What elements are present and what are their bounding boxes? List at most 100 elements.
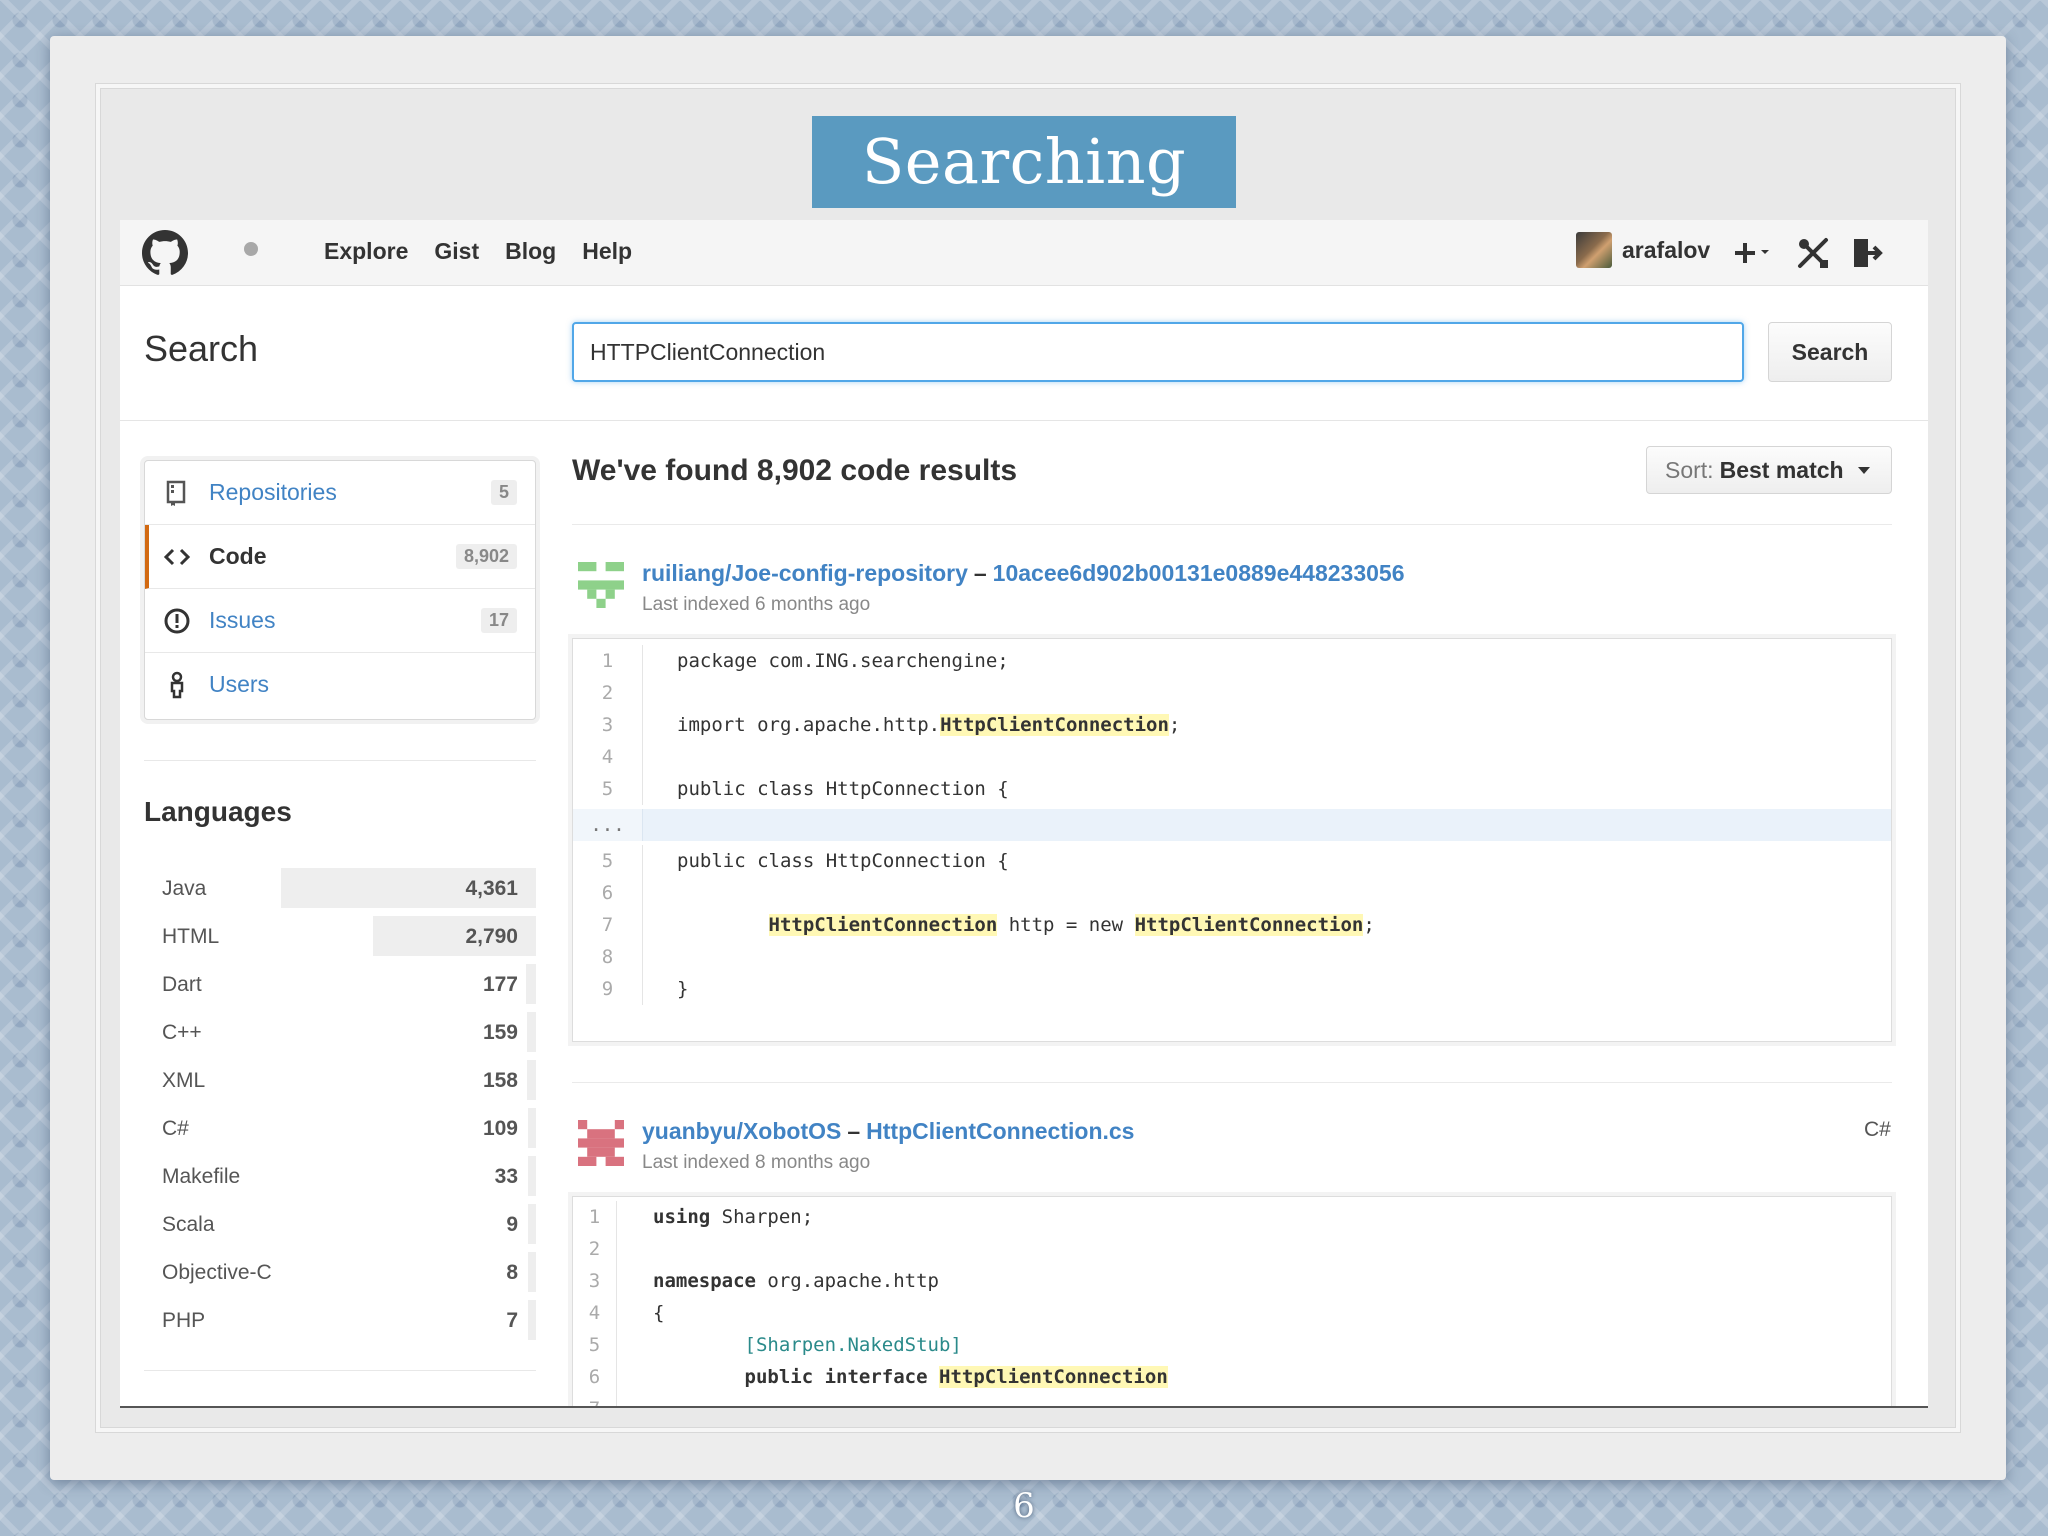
line-number: 4 [573,1297,617,1329]
language-name: PHP [162,1309,206,1332]
slide-title: Searching code [812,116,1236,290]
language-bar [528,1300,536,1340]
language-filter-item[interactable]: C++ 159 [144,1012,536,1052]
code-text: public interface HttpClientConnection [744,1366,1168,1388]
github-octocat-icon[interactable] [142,230,188,276]
language-count: 158 [482,1069,518,1092]
search-button[interactable]: Search [1768,322,1892,382]
language-bar [527,1060,536,1100]
browser-screenshot: Explore Gist Blog Help arafalov Search S… [120,220,1928,1408]
code-text: { [653,1302,665,1324]
site-header: Explore Gist Blog Help arafalov [120,220,1928,286]
code-text: package com.ING.searchengine; [677,650,1009,672]
nav-blog[interactable]: Blog [505,238,556,265]
menu-item-users[interactable]: Users [145,653,535,717]
identicon-avatar[interactable] [578,1120,624,1166]
caret-down-icon [1857,466,1870,474]
search-input[interactable] [572,322,1744,382]
count-badge: 8,902 [455,544,517,569]
menu-item-label: Issues [209,607,276,633]
plus-icon[interactable] [1734,236,1774,270]
nav-explore[interactable]: Explore [324,238,408,265]
language-filter-item[interactable]: C# 109 [144,1108,536,1148]
code-line: 2 [573,1233,1891,1265]
avatar[interactable] [1576,232,1612,268]
search-type-menu: Repositories 5 Code 8,902 Issues 17 User… [144,460,536,720]
sort-value: Best match [1719,456,1844,483]
line-number: 3 [573,709,643,741]
user-menu[interactable]: arafalov [1576,232,1710,268]
sort-dropdown[interactable]: Sort: Best match [1646,446,1892,494]
username[interactable]: arafalov [1622,237,1710,264]
code-line: 3 import org.apache.http.HttpClientConnec… [573,709,1891,741]
identicon-pattern [578,562,624,608]
count-badge: 5 [490,480,517,505]
language-count: 4,361 [465,877,518,900]
line-number: 6 [573,877,643,909]
sign-out-icon[interactable] [1850,236,1884,270]
slide-page-number: 6 [1013,1486,1035,1526]
code-line: 6 [573,877,1891,909]
language-bar [527,1012,536,1052]
language-filter-item[interactable]: Scala 9 [144,1204,536,1244]
search-heading: Search [144,328,259,369]
code-snippet: 1 using Sharpen; 2 3 namespace org.apache.… [572,1196,1892,1406]
identicon-avatar[interactable] [578,562,624,608]
code-line: 8 [573,941,1891,973]
language-count: 33 [494,1165,518,1188]
language-name: C++ [162,1021,202,1044]
code-line: 9} [573,973,1891,1005]
language-filter-item[interactable]: Objective-C 8 [144,1252,536,1292]
result-language: C# [1864,1118,1891,1141]
language-count: 2,790 [465,925,518,948]
repo-icon [166,480,186,506]
language-count: 9 [506,1213,518,1236]
results-count-heading: We've found 8,902 code results [572,454,1018,487]
code-line: 5 public class HttpConnection { [573,845,1891,877]
menu-item-repositories[interactable]: Repositories 5 [145,461,535,525]
language-filter-item[interactable]: Makefile 33 [144,1156,536,1196]
menu-item-code[interactable]: Code 8,902 [145,525,535,589]
sort-label: Sort: [1665,456,1714,483]
code-text: using Sharpen; [653,1206,814,1228]
language-name: Objective-C [162,1261,272,1284]
menu-item-issues[interactable]: Issues 17 [145,589,535,653]
code-snippet: 1 package com.ING.searchengine; 2 3 import… [572,638,1892,1042]
language-bar [528,1252,536,1292]
identicon-pattern [578,1120,624,1166]
code-line: 6 public interface HttpClientConnection [573,1361,1891,1393]
line-number: 9 [573,973,643,1005]
nav-gist[interactable]: Gist [434,238,479,265]
repo-link[interactable]: yuanbyu/XobotOS [642,1118,841,1144]
line-number: 5 [573,845,643,877]
line-number: 1 [573,1201,617,1233]
language-filter-item[interactable]: HTML 2,790 [144,916,536,956]
repo-link[interactable]: ruiliang/Joe-config-repository [642,560,968,586]
code-line: 5 [Sharpen.NakedStub] [573,1329,1891,1361]
main-nav: Explore Gist Blog Help [324,238,632,265]
code-text: [Sharpen.NakedStub] [744,1334,962,1356]
language-name: Makefile [162,1165,241,1188]
language-bar [528,1204,536,1244]
code-line: 2 [573,677,1891,709]
language-name: C# [162,1117,189,1140]
language-count: 7 [506,1309,518,1332]
tools-icon[interactable] [1796,236,1830,270]
code-line: 3 namespace org.apache.http [573,1265,1891,1297]
language-filter-item[interactable]: Dart 177 [144,964,536,1004]
code-text: import org.apache.http.HttpClientConnect… [677,714,1181,736]
language-filter-item[interactable]: PHP 7 [144,1300,536,1340]
last-indexed: Last indexed 6 months ago [642,594,871,615]
language-filter-item[interactable]: Java 4,361 [144,868,536,908]
nav-help[interactable]: Help [582,238,632,265]
code-text: public class HttpConnection { [677,778,1009,800]
file-link[interactable]: 10acee6d902b00131e0889e448233056 [993,560,1405,586]
language-bar [526,964,536,1004]
language-name: XML [162,1069,206,1092]
result-title: yuanbyu/XobotOS – HttpClientConnection.cs [642,1118,1134,1145]
file-link[interactable]: HttpClientConnection.cs [866,1118,1134,1144]
language-count: 8 [506,1261,518,1284]
language-bar [528,1156,536,1196]
divider [120,420,1928,421]
language-filter-item[interactable]: XML 158 [144,1060,536,1100]
